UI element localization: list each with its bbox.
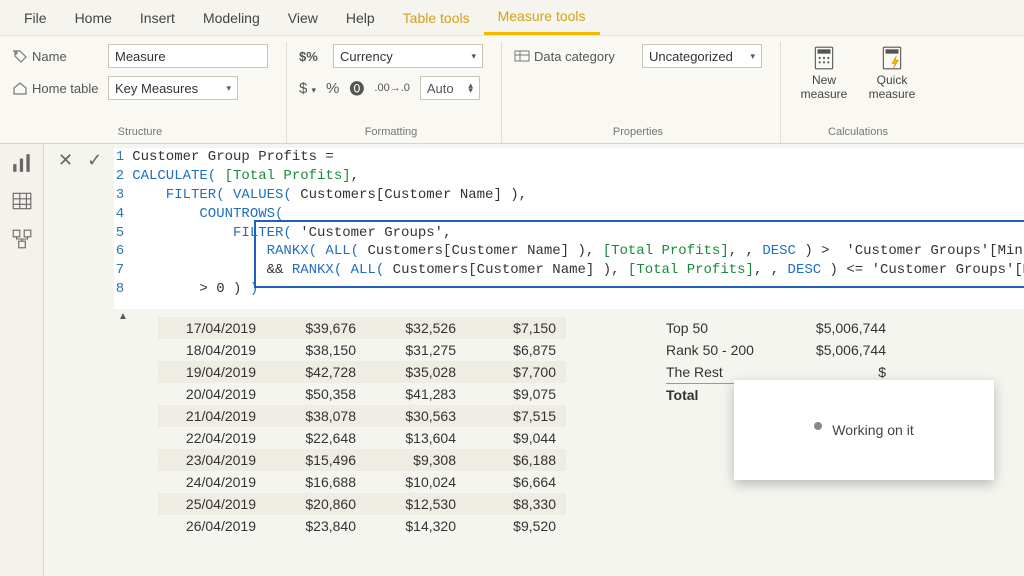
tab-home[interactable]: Home xyxy=(61,2,126,34)
quick-measure-button[interactable]: Quick measure xyxy=(861,44,923,102)
chevron-down-icon: ▾ xyxy=(471,51,476,62)
table-row[interactable]: 22/04/2019$22,648$13,604$9,044 xyxy=(158,427,566,449)
table-row[interactable]: Rank 50 - 200$5,006,744 xyxy=(666,339,886,361)
chevron-down-icon: ▾ xyxy=(750,51,755,62)
model-view-icon[interactable] xyxy=(11,228,33,248)
report-view-icon[interactable] xyxy=(11,152,33,172)
table-row[interactable]: 20/04/2019$50,358$41,283$9,075 xyxy=(158,383,566,405)
tab-view[interactable]: View xyxy=(274,2,332,34)
chevron-down-icon: ▾ xyxy=(226,83,231,94)
button-label: New measure xyxy=(793,74,855,102)
ribbon-group-calculations: New measure Quick measure Calculations xyxy=(781,42,941,143)
tag-icon xyxy=(12,48,28,64)
tab-measure-tools[interactable]: Measure tools xyxy=(484,0,600,35)
tab-help[interactable]: Help xyxy=(332,2,389,34)
view-switcher xyxy=(0,144,44,576)
home-icon xyxy=(12,80,28,96)
name-label: Name xyxy=(12,48,100,64)
dax-editor[interactable]: 1Customer Group Profits = 2CALCULATE( [T… xyxy=(114,148,1024,309)
format-prefix-label: $% xyxy=(299,49,325,64)
scroll-up-icon[interactable]: ▲ xyxy=(118,311,128,322)
tab-file[interactable]: File xyxy=(10,2,61,34)
main-area: ✕ ✓ 1Customer Group Profits = 2CALCULATE… xyxy=(0,144,1024,576)
tab-insert[interactable]: Insert xyxy=(126,2,189,34)
ribbon-group-properties: Data category Uncategorized▾ Properties xyxy=(502,42,781,143)
table-row[interactable]: 23/04/2019$15,496$9,308$6,188 xyxy=(158,449,566,471)
ribbon-group-structure: Name Measure Home table Key Measures▾ St… xyxy=(0,42,287,143)
table-row[interactable]: 21/04/2019$38,078$30,563$7,515 xyxy=(158,405,566,427)
data-category-select[interactable]: Uncategorized▾ xyxy=(642,44,762,68)
thousands-button[interactable]: 🄌 xyxy=(349,78,364,99)
label-text: Home table xyxy=(32,81,98,96)
ribbon: Name Measure Home table Key Measures▾ St… xyxy=(0,36,1024,144)
format-select[interactable]: Currency▾ xyxy=(333,44,483,68)
table-row[interactable]: 25/04/2019$20,860$12,530$8,330 xyxy=(158,493,566,515)
tab-modeling[interactable]: Modeling xyxy=(189,2,274,34)
category-icon xyxy=(514,48,530,64)
table-row[interactable]: 26/04/2019$23,840$14,320$9,520 xyxy=(158,515,566,537)
decimal-decrease-button[interactable]: .00→.0 xyxy=(374,82,409,94)
currency-button[interactable]: $ ▾ xyxy=(299,80,316,97)
detail-table[interactable]: 17/04/2019$39,676$32,526$7,15018/04/2019… xyxy=(158,317,566,537)
table-row[interactable]: 17/04/2019$39,676$32,526$7,150 xyxy=(158,317,566,339)
popup-text: Working on it xyxy=(832,422,913,438)
top-tabs: File Home Insert Modeling View Help Tabl… xyxy=(0,0,1024,36)
cancel-formula-button[interactable]: ✕ xyxy=(54,150,77,171)
commit-formula-button[interactable]: ✓ xyxy=(83,150,106,171)
table-row[interactable]: 18/04/2019$38,150$31,275$6,875 xyxy=(158,339,566,361)
group-caption: Structure xyxy=(12,126,268,141)
table-row[interactable]: Top 50$5,006,744 xyxy=(666,317,886,339)
working-popup: Working on it xyxy=(734,380,994,480)
label-text: Data category xyxy=(534,49,615,64)
tab-table-tools[interactable]: Table tools xyxy=(389,2,484,34)
ribbon-group-formatting: $% Currency▾ $ ▾ % 🄌 .00→.0 Auto▴▾ Forma… xyxy=(287,42,502,143)
group-caption: Calculations xyxy=(793,126,923,141)
quick-calculator-icon xyxy=(878,44,906,72)
data-category-label: Data category xyxy=(514,48,634,64)
auto-decimals[interactable]: Auto▴▾ xyxy=(420,76,480,100)
group-caption: Formatting xyxy=(299,126,483,141)
button-label: Quick measure xyxy=(861,74,923,102)
stepper-icon: ▴▾ xyxy=(468,83,473,94)
group-caption: Properties xyxy=(514,126,762,141)
percent-button[interactable]: % xyxy=(326,80,339,97)
spinner-icon xyxy=(814,422,822,430)
label-text: Name xyxy=(32,49,67,64)
home-table-label: Home table xyxy=(12,80,100,96)
formula-bar: ✕ ✓ 1Customer Group Profits = 2CALCULATE… xyxy=(48,144,1024,315)
table-row[interactable]: 24/04/2019$16,688$10,024$6,664 xyxy=(158,471,566,493)
name-input[interactable]: Measure xyxy=(108,44,268,68)
table-row[interactable]: 19/04/2019$42,728$35,028$7,700 xyxy=(158,361,566,383)
data-view-icon[interactable] xyxy=(11,190,33,210)
new-measure-button[interactable]: New measure xyxy=(793,44,855,102)
home-table-select[interactable]: Key Measures▾ xyxy=(108,76,238,100)
calculator-icon xyxy=(810,44,838,72)
